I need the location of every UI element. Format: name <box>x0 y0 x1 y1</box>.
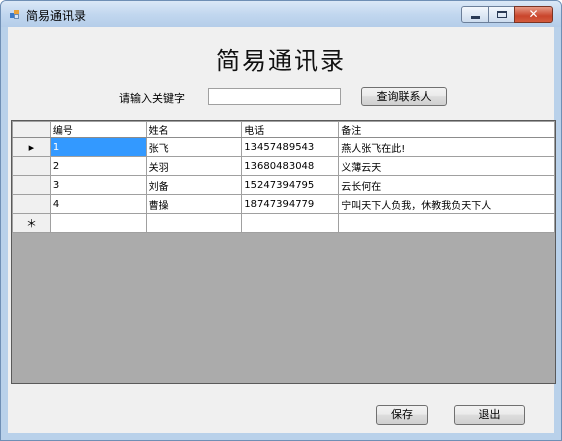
contacts-grid[interactable]: 编号 姓名 电话 备注 ▸ 1 张飞 13457489543 燕人张飞在此! 2… <box>11 120 556 384</box>
window-title: 简易通讯录 <box>26 9 87 23</box>
cell-note[interactable]: 云长何在 <box>338 175 555 195</box>
exit-button[interactable]: 退出 <box>454 405 525 425</box>
table-row[interactable]: 3 刘备 15247394795 云长何在 <box>12 175 555 195</box>
cell-phone[interactable]: 18747394779 <box>241 194 340 214</box>
cell-phone[interactable]: 15247394795 <box>241 175 340 195</box>
grid-header-row: 编号 姓名 电话 备注 <box>12 121 555 138</box>
app-icon[interactable] <box>10 10 19 19</box>
cell-id[interactable]: 2 <box>49 156 147 176</box>
cell-note[interactable]: 宁叫天下人负我，休教我负天下人 <box>338 194 555 214</box>
minimize-button[interactable] <box>461 6 489 23</box>
cell-note[interactable] <box>338 213 555 233</box>
table-row[interactable]: 4 曹操 18747394779 宁叫天下人负我，休教我负天下人 <box>12 194 555 214</box>
cell-id[interactable]: 3 <box>49 175 147 195</box>
save-button[interactable]: 保存 <box>376 405 428 425</box>
cell-note[interactable]: 义薄云天 <box>338 156 555 176</box>
form-client-area: 简易通讯录 请输入关键字 查询联系人 编号 姓名 电话 备注 ▸ 1 张飞 13… <box>8 27 556 433</box>
cell-name[interactable] <box>145 213 243 233</box>
row-header[interactable] <box>12 194 51 214</box>
app-window: 简易通讯录 ✕ 简易通讯录 请输入关键字 查询联系人 编号 姓名 电话 备注 ▸… <box>0 0 562 441</box>
column-header-phone[interactable]: 电话 <box>241 121 340 138</box>
row-header[interactable] <box>12 175 51 195</box>
close-button[interactable]: ✕ <box>514 6 553 23</box>
cell-name[interactable]: 刘备 <box>145 175 243 195</box>
cell-id[interactable] <box>49 213 147 233</box>
cell-phone[interactable]: 13680483048 <box>241 156 340 176</box>
keyword-input[interactable] <box>208 88 341 105</box>
cell-phone[interactable] <box>241 213 340 233</box>
search-contact-button[interactable]: 查询联系人 <box>361 87 447 106</box>
cell-phone[interactable]: 13457489543 <box>241 137 340 157</box>
row-header[interactable] <box>12 156 51 176</box>
close-icon: ✕ <box>528 7 539 21</box>
new-row[interactable]: ＊ <box>12 213 555 233</box>
title-bar[interactable]: 简易通讯录 ✕ <box>1 1 561 27</box>
cell-id[interactable]: 1 <box>49 137 147 157</box>
maximize-button[interactable] <box>488 6 515 23</box>
cell-name[interactable]: 关羽 <box>145 156 243 176</box>
page-title: 简易通讯录 <box>216 47 346 75</box>
table-row[interactable]: 2 关羽 13680483048 义薄云天 <box>12 156 555 176</box>
keyword-label: 请输入关键字 <box>119 92 185 105</box>
cell-id[interactable]: 4 <box>49 194 147 214</box>
column-header-name[interactable]: 姓名 <box>145 121 243 138</box>
minimize-icon <box>471 16 480 19</box>
cell-note[interactable]: 燕人张飞在此! <box>338 137 555 157</box>
grid-corner[interactable] <box>12 121 51 138</box>
cell-name[interactable]: 张飞 <box>145 137 243 157</box>
new-row-asterisk-icon[interactable]: ＊ <box>12 213 51 233</box>
maximize-icon <box>497 11 507 18</box>
column-header-note[interactable]: 备注 <box>338 121 555 138</box>
row-header-current-icon[interactable]: ▸ <box>12 137 51 157</box>
column-header-id[interactable]: 编号 <box>49 121 147 138</box>
cell-name[interactable]: 曹操 <box>145 194 243 214</box>
table-row[interactable]: ▸ 1 张飞 13457489543 燕人张飞在此! <box>12 137 555 157</box>
